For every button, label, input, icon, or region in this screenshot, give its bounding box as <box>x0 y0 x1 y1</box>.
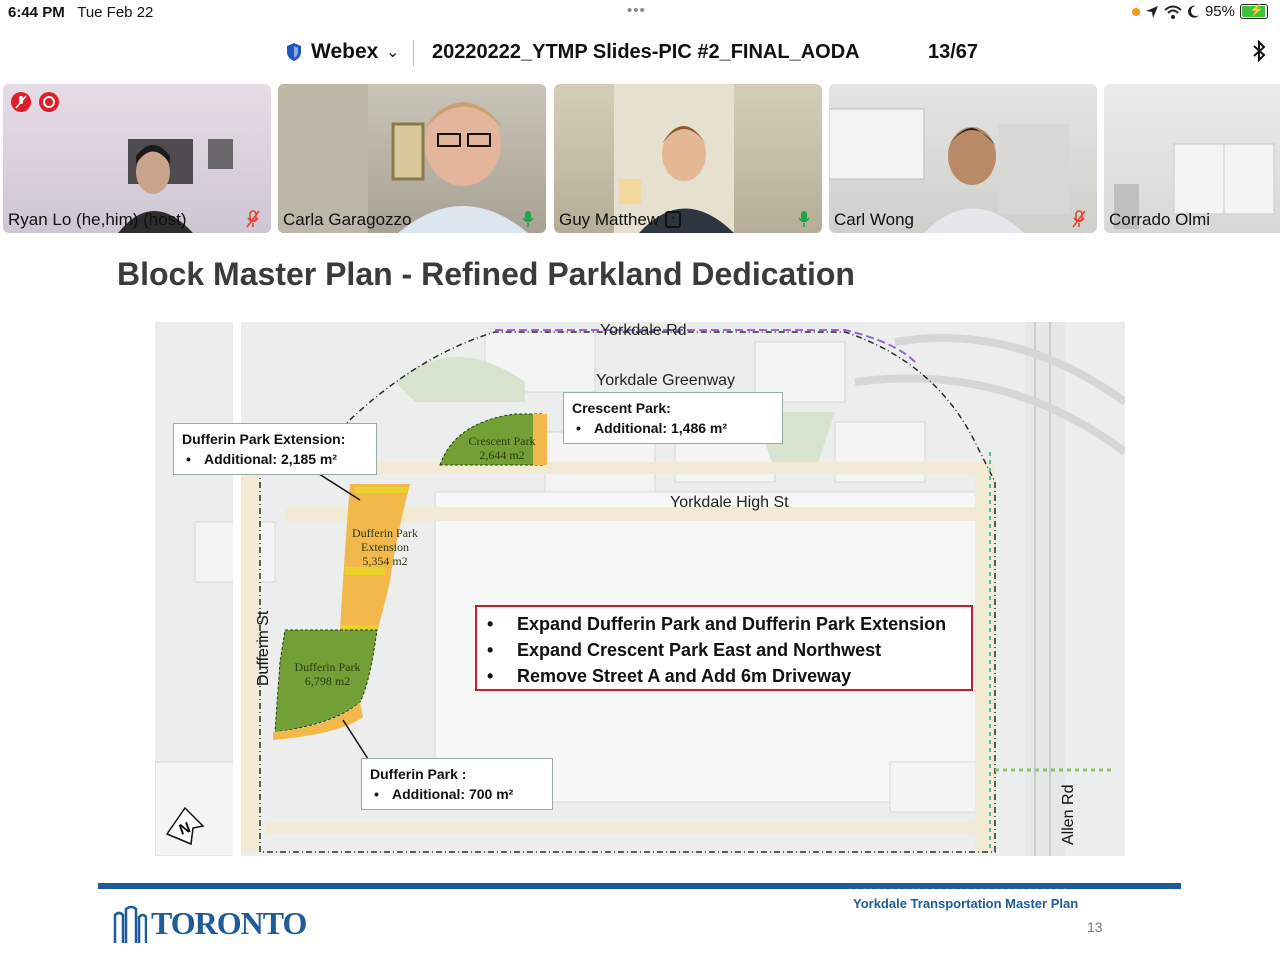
slide-counter: 13/67 <box>928 41 979 63</box>
toronto-logo: TORONTO <box>113 903 307 943</box>
status-indicators: 95% ⚡ <box>1131 3 1268 20</box>
highlight-item: Remove Street A and Add 6m Driveway <box>487 663 971 689</box>
shared-document-title: 20220222_YTMP Slides-PIC #2_FINAL_AODA <box>432 41 860 63</box>
road-label-yorkdale-rd: Yorkdale Rd <box>600 322 687 339</box>
city-hall-icon <box>113 905 147 943</box>
highlight-item: Expand Crescent Park East and Northwest <box>487 637 971 663</box>
battery-charging-icon: ⚡ <box>1240 3 1268 19</box>
title-divider <box>413 40 414 66</box>
highlight-box: Expand Dufferin Park and Dufferin Park E… <box>475 605 973 691</box>
location-icon <box>1145 5 1158 18</box>
shield-icon <box>287 43 301 61</box>
app-name[interactable]: Webex <box>311 40 378 64</box>
multitasking-dots[interactable]: ••• <box>627 2 646 19</box>
crescent-park-label: Crescent Park 2,644 m2 <box>468 434 536 462</box>
participant-name: Ryan Lo (he,him) (host) <box>8 210 187 229</box>
participant-name: Carla Garagozzo <box>283 210 412 229</box>
dufferin-park-extension-label: Dufferin Park Extension 5,354 m2 <box>351 526 419 568</box>
mic-muted-icon[interactable] <box>245 209 261 229</box>
mic-muted-icon[interactable] <box>1071 209 1087 229</box>
bluetooth-icon[interactable] <box>1252 39 1266 68</box>
slide-title: Block Master Plan - Refined Parkland Ded… <box>117 256 855 292</box>
wifi-icon <box>1164 5 1182 19</box>
participant-tile[interactable]: Carla Garagozzo <box>278 84 546 233</box>
mic-on-icon[interactable] <box>796 209 812 229</box>
callout-dufferin-park-extension: Dufferin Park Extension: Additional: 2,1… <box>173 423 377 475</box>
slide-page-number: 13 <box>1087 919 1103 935</box>
participant-name: Carl Wong <box>834 210 914 229</box>
participant-name: Corrado Olmi <box>1109 210 1211 229</box>
road-label-yorkdale-greenway: Yorkdale Greenway <box>596 372 736 389</box>
participant-tile[interactable]: Guy Matthew ↑ <box>554 84 822 233</box>
site-plan-map: Yorkdale Rd Yorkdale Greenway Yorkdale H… <box>155 322 1125 856</box>
mic-on-icon[interactable] <box>520 209 536 229</box>
battery-percent: 95% <box>1204 3 1235 20</box>
status-time: 6:44 PM Tue Feb 22 <box>8 4 154 21</box>
road-label-dufferin-st: Dufferin St <box>255 610 272 686</box>
footer-caption: Yorkdale Transportation Master Plan <box>853 896 1079 911</box>
road-label-allen-rd: Allen Rd <box>1060 784 1077 845</box>
participant-tile[interactable]: Corrado Olmi <box>1104 84 1280 233</box>
participant-name: Guy Matthew ↑ <box>559 210 682 230</box>
callout-dufferin-park: Dufferin Park : Additional: 700 m² <box>361 758 553 810</box>
participant-tile[interactable]: Ryan Lo (he,him) (host) <box>3 84 271 233</box>
meeting-title-bar: Webex ⌄ 20220222_YTMP Slides-PIC #2_FINA… <box>0 34 1280 72</box>
orange-dot-indicator <box>1131 7 1140 16</box>
callout-crescent-park: Crescent Park: Additional: 1,486 m² <box>563 392 783 444</box>
road-label-yorkdale-high-st: Yorkdale High St <box>670 494 789 511</box>
moon-icon <box>1187 5 1199 18</box>
highlight-item: Expand Dufferin Park and Dufferin Park E… <box>487 611 971 637</box>
participant-tile[interactable]: Carl Wong <box>829 84 1097 233</box>
dufferin-park-label: Dufferin Park 6,798 m2 <box>294 660 361 688</box>
status-bar: 6:44 PM Tue Feb 22 ••• 95% ⚡ <box>0 0 1280 26</box>
chevron-down-icon[interactable]: ⌄ <box>386 42 399 62</box>
share-screen-icon: ↑ <box>665 211 682 228</box>
